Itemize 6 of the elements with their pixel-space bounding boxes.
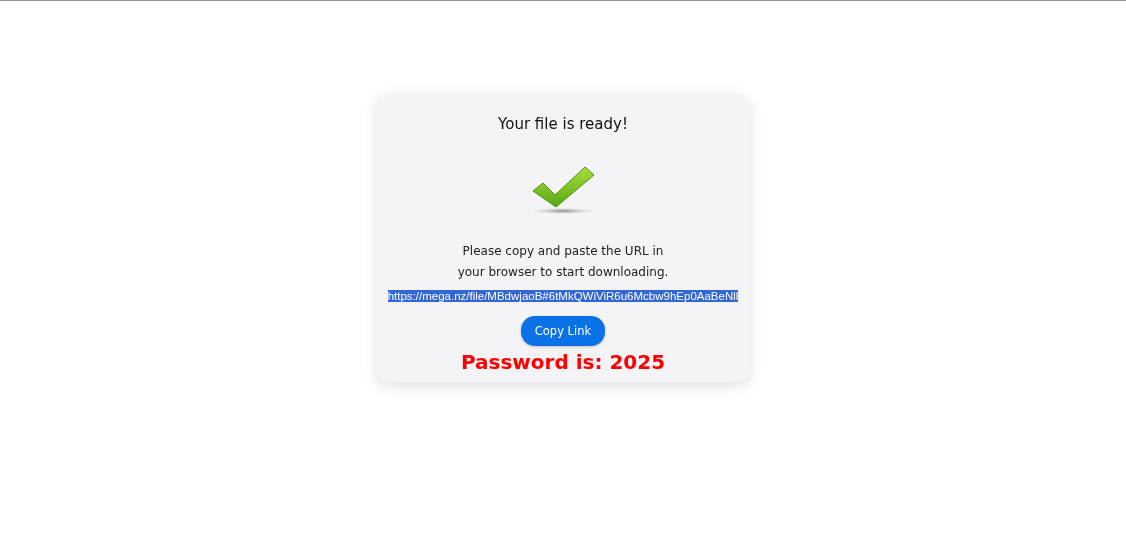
title-text: Your file is ready! — [498, 115, 628, 133]
password-text: Password is: 2025 — [460, 350, 666, 374]
url-field[interactable]: https://mega.nz/file/MBdwjaoB#6tMkQWiViR6u6Mcbw9hEp0AaBeNll — [387, 289, 739, 304]
copy-link-button[interactable]: Copy Link — [520, 316, 606, 346]
instruction-text: Please copy and paste the URL in — [462, 243, 664, 260]
instruction-text: your browser to start downloading. — [457, 264, 669, 281]
